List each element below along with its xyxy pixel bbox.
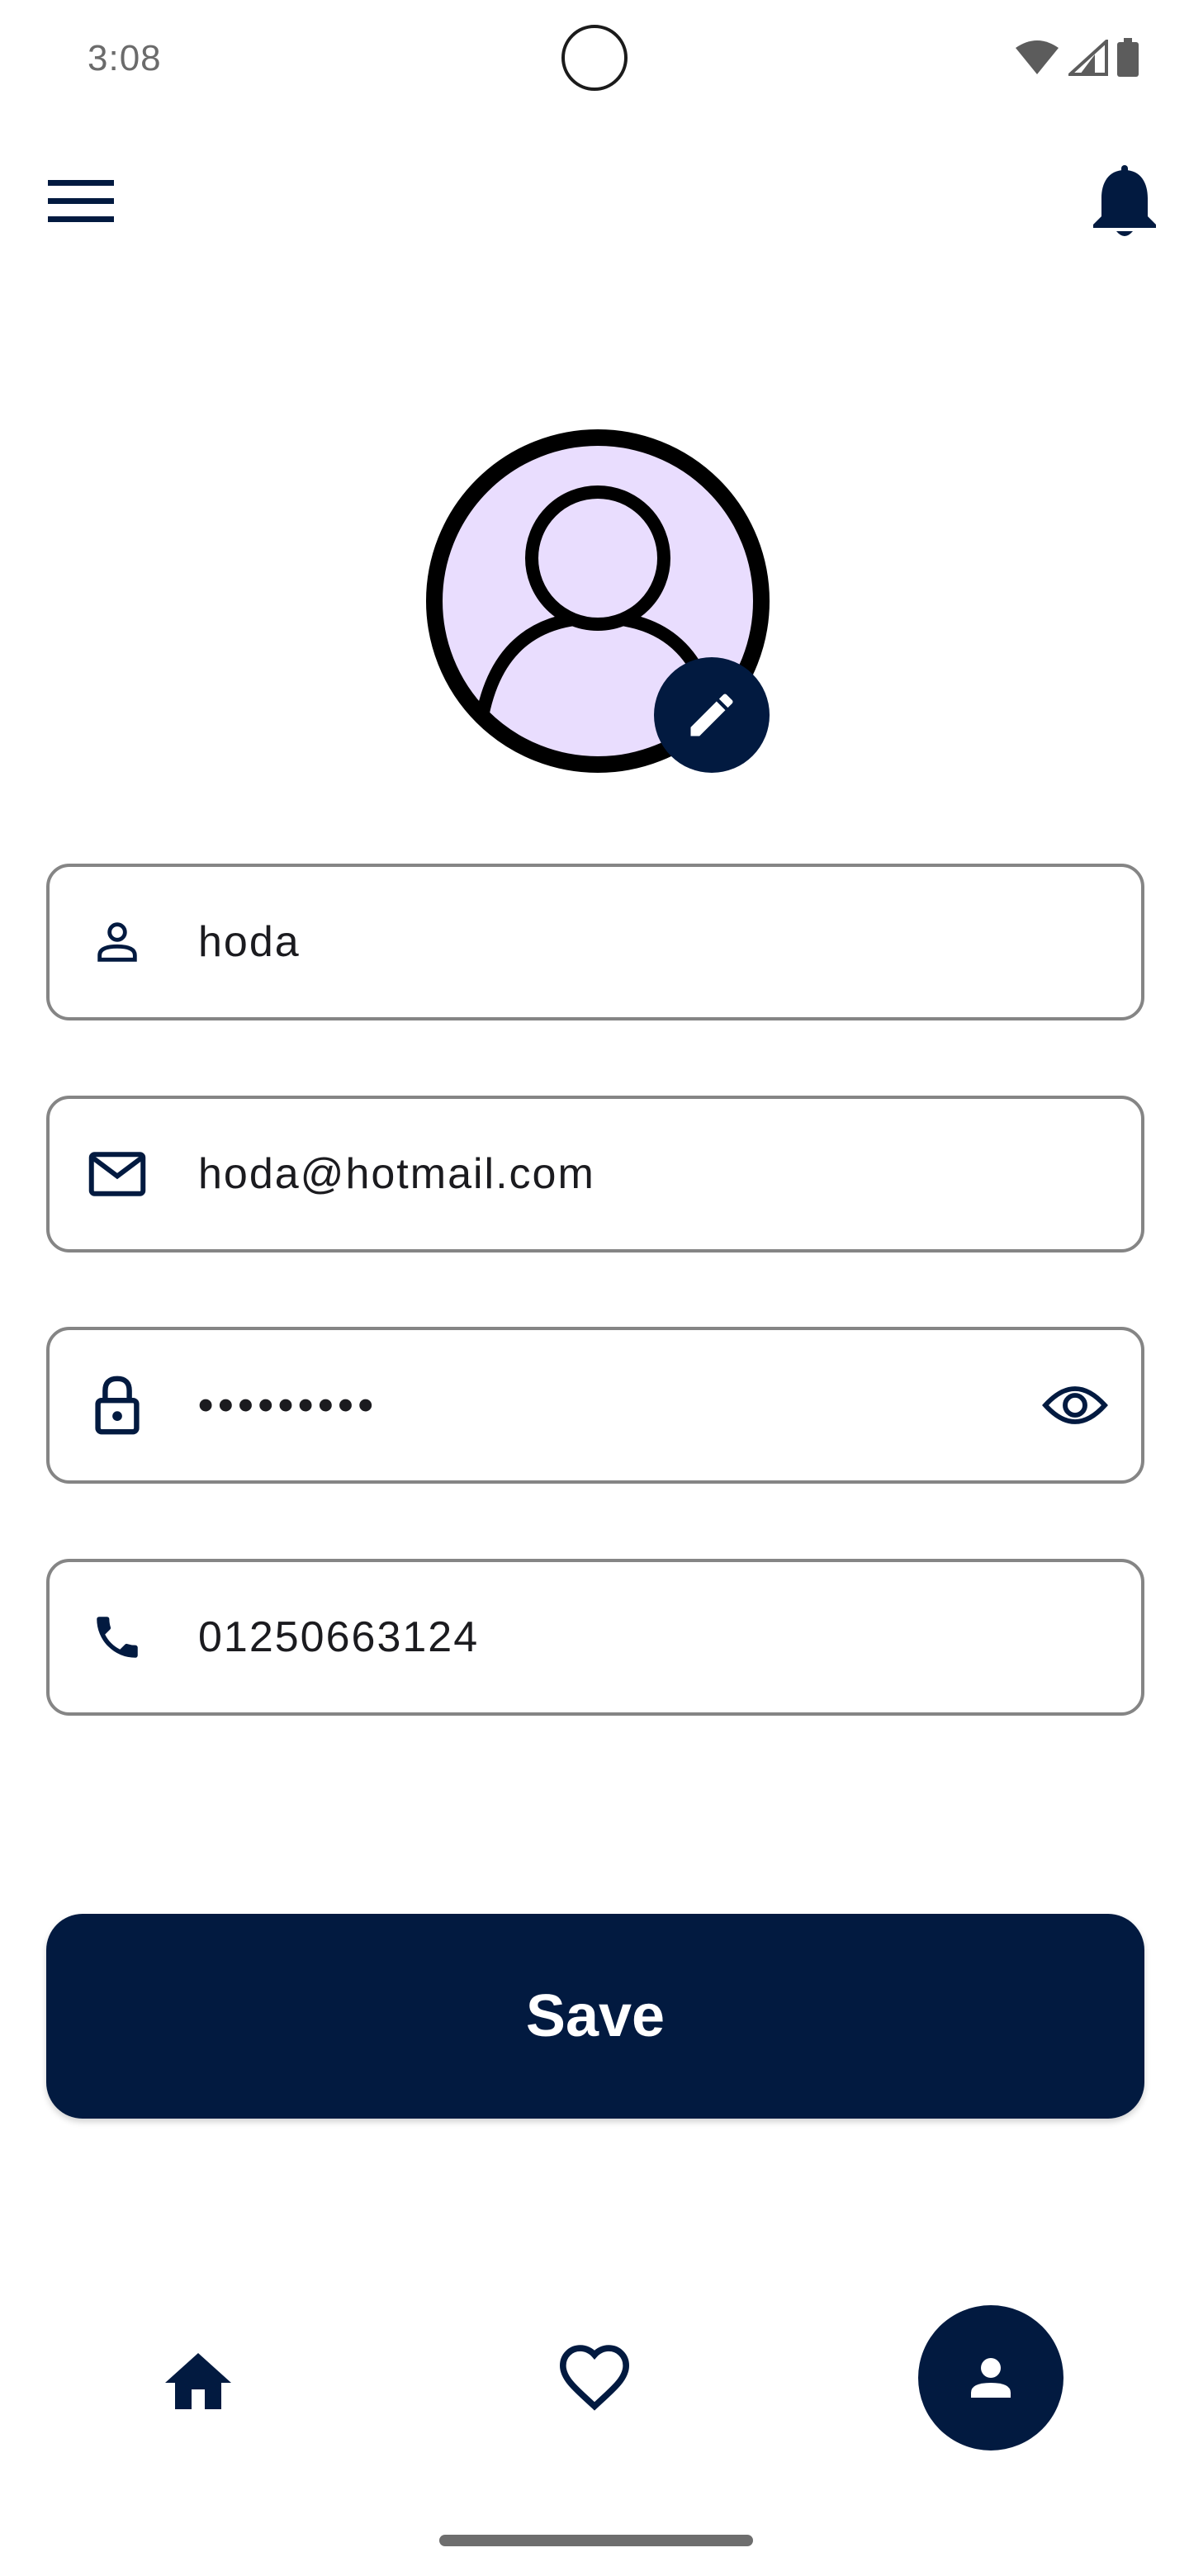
nav-home[interactable] (149, 2328, 248, 2427)
status-icons (1014, 38, 1139, 78)
eye-icon[interactable] (1039, 1369, 1111, 1442)
phone-icon (86, 1606, 149, 1669)
password-value: ••••••••• (198, 1381, 378, 1429)
home-indicator[interactable] (439, 2535, 753, 2546)
phone-value: 01250663124 (198, 1613, 480, 1661)
email-value: hoda@hotmail.com (198, 1150, 595, 1198)
wifi-icon (1016, 40, 1059, 74)
password-field[interactable]: ••••••••• (46, 1327, 1144, 1484)
status-time: 3:08 (88, 38, 162, 78)
person-outline-icon (86, 911, 149, 973)
battery-icon (1117, 38, 1139, 77)
save-button[interactable]: Save (46, 1914, 1144, 2119)
menu-icon (48, 180, 114, 222)
pencil-icon (690, 694, 733, 736)
notifications-button[interactable] (1090, 162, 1159, 241)
nav-favorites[interactable] (545, 2328, 644, 2427)
heart-icon (559, 2345, 630, 2411)
status-bar: 3:08 (0, 0, 1189, 116)
lock-icon (86, 1374, 149, 1437)
cell-signal-icon (1068, 40, 1108, 76)
menu-button[interactable] (46, 175, 116, 228)
home-icon (165, 2353, 231, 2409)
person-icon (971, 2358, 1011, 2398)
name-value: hoda (198, 918, 301, 966)
nav-profile[interactable] (918, 2305, 1063, 2451)
email-field[interactable]: hoda@hotmail.com (46, 1096, 1144, 1252)
edit-avatar-button[interactable] (654, 657, 770, 773)
phone-field[interactable]: 01250663124 (46, 1559, 1144, 1716)
bell-icon (1093, 165, 1156, 236)
name-field[interactable]: hoda (46, 864, 1144, 1020)
mail-icon (86, 1143, 149, 1205)
camera-cutout (561, 25, 628, 91)
